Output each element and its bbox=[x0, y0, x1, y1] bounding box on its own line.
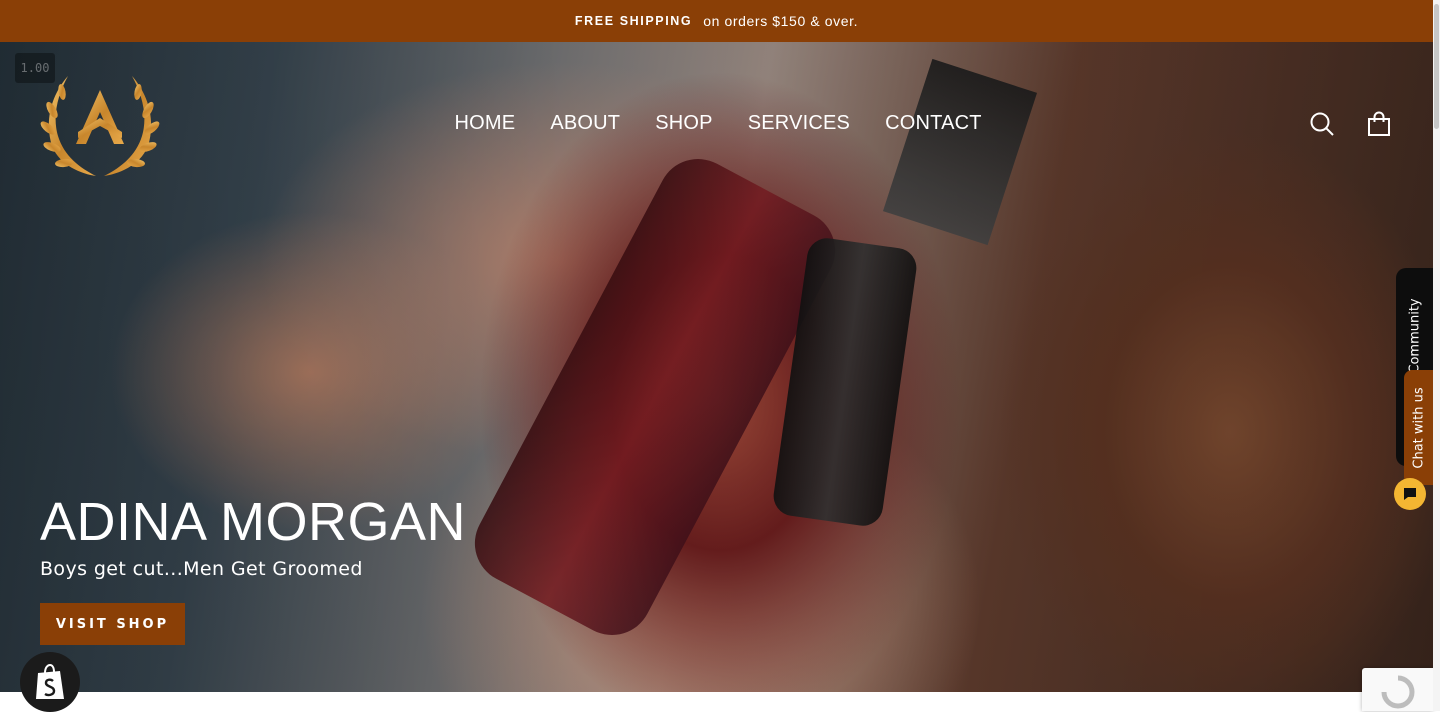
shopify-bag-icon bbox=[36, 663, 64, 699]
chat-icon bbox=[1404, 488, 1416, 500]
hero-text: ADINA MORGAN Boys get cut...Men Get Groo… bbox=[40, 492, 466, 580]
community-label: Community bbox=[1407, 298, 1422, 374]
nav-services[interactable]: SERVICES bbox=[730, 112, 867, 138]
page-below-fold bbox=[0, 692, 1433, 711]
chat-bubble-button[interactable] bbox=[1394, 478, 1426, 510]
hero-overlay bbox=[0, 42, 1433, 692]
hero-video bbox=[0, 42, 1433, 692]
announcement-bar: FREE SHIPPING on orders $150 & over. bbox=[0, 0, 1433, 42]
scrollbar-thumb[interactable] bbox=[1434, 4, 1439, 129]
visit-shop-button[interactable]: VISIT SHOP bbox=[40, 603, 185, 645]
nav-about[interactable]: ABOUT bbox=[533, 112, 638, 138]
logo-icon bbox=[40, 76, 160, 176]
announcement-bold: FREE SHIPPING bbox=[574, 14, 693, 28]
recaptcha-badge[interactable] bbox=[1362, 668, 1433, 711]
cart-icon[interactable] bbox=[1366, 111, 1392, 137]
hero-title: ADINA MORGAN bbox=[40, 492, 467, 552]
announcement-text: on orders $150 & over. bbox=[703, 13, 859, 29]
main-nav: HOME ABOUT SHOP SERVICES CONTACT bbox=[437, 112, 999, 138]
nav-contact[interactable]: CONTACT bbox=[868, 112, 1000, 138]
nav-home[interactable]: HOME bbox=[437, 112, 533, 138]
nav-shop[interactable]: SHOP bbox=[638, 112, 730, 138]
hero-subtitle: Boys get cut...Men Get Groomed bbox=[40, 558, 363, 580]
page-scrollbar[interactable] bbox=[1433, 0, 1440, 711]
shopify-badge[interactable] bbox=[20, 652, 80, 712]
recaptcha-icon bbox=[1381, 675, 1415, 709]
chat-tab[interactable]: Chat with us bbox=[1404, 370, 1433, 485]
search-icon[interactable] bbox=[1309, 111, 1335, 137]
crown-a-laurel-logo[interactable] bbox=[38, 70, 162, 180]
chat-label: Chat with us bbox=[1411, 387, 1426, 469]
